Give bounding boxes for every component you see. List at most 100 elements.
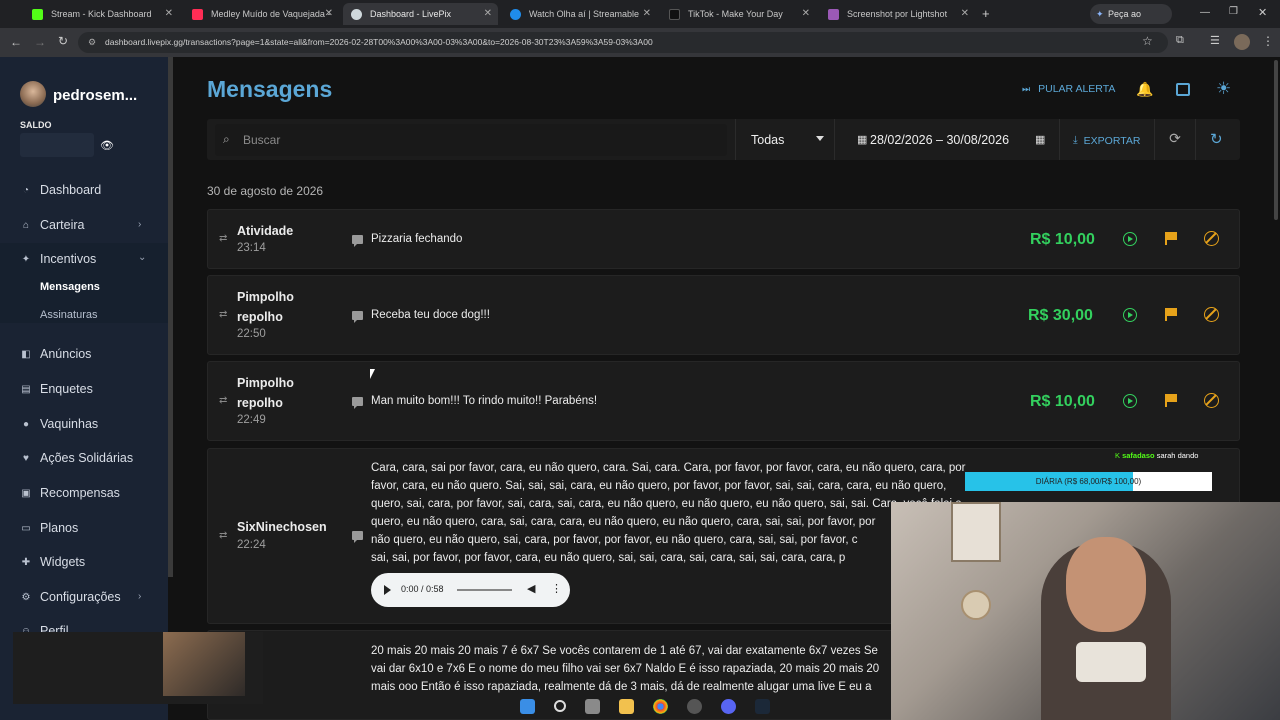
amount: R$ 10,00 bbox=[1030, 393, 1095, 410]
sidebar-item-enquetes[interactable]: ▤ Enquetes bbox=[20, 382, 93, 396]
browser-toolbar: ← → ↻ ⚙ dashboard.livepix.gg/transaction… bbox=[0, 28, 1280, 57]
steam-icon[interactable] bbox=[755, 698, 771, 714]
tab-kick[interactable]: Stream - Kick Dashboard ✕ bbox=[24, 3, 179, 25]
audio-progress[interactable] bbox=[457, 589, 512, 591]
layout-icon[interactable] bbox=[1176, 83, 1190, 96]
close-icon[interactable]: ✕ bbox=[325, 8, 333, 19]
profile-avatar[interactable] bbox=[1234, 34, 1250, 50]
browser-menu-icon[interactable]: ⋮ bbox=[1262, 34, 1274, 48]
close-window-button[interactable]: ✕ bbox=[1258, 6, 1267, 19]
sparkle-icon: ✦ bbox=[21, 253, 31, 265]
message-line: quero, eu não quero, cara, sai, cara, ca… bbox=[371, 516, 876, 528]
message-line: quero, sai, cara, por favor, sai, cara, … bbox=[371, 498, 962, 510]
sidebar: pedrosem... SALDO 👁 ◔ Dashboard ⌂ Carteira… bbox=[0, 57, 173, 720]
back-icon[interactable]: ← bbox=[10, 35, 22, 49]
bell-icon[interactable]: 🔔 bbox=[1136, 81, 1153, 98]
swap-icon: ⇄ bbox=[219, 233, 228, 244]
close-icon[interactable]: ✕ bbox=[484, 8, 492, 19]
sidebar-item-recompensas[interactable]: ▣ Recompensas bbox=[20, 486, 120, 500]
file-explorer-icon[interactable] bbox=[618, 698, 634, 714]
date-header: 30 de agosto de 2026 bbox=[207, 184, 324, 198]
reading-list-icon[interactable]: ☰ bbox=[1210, 34, 1220, 47]
forward-icon[interactable]: → bbox=[34, 35, 46, 49]
extensions-icon[interactable]: ⧉ bbox=[1176, 34, 1184, 47]
volume-icon[interactable]: ◀ bbox=[527, 582, 535, 595]
state-select[interactable]: Todas bbox=[735, 119, 835, 160]
address-bar[interactable]: ⚙ dashboard.livepix.gg/transactions?page… bbox=[78, 32, 1168, 53]
minimize-button[interactable]: — bbox=[1200, 7, 1210, 18]
block-icon[interactable] bbox=[1204, 307, 1219, 322]
reload-icon[interactable]: ↻ bbox=[58, 34, 68, 48]
sidebar-item-vaquinhas[interactable]: ● Vaquinhas bbox=[20, 417, 98, 431]
obs-icon[interactable] bbox=[687, 698, 703, 714]
sidebar-item-incentivos[interactable]: ✦ Incentivos bbox=[20, 252, 96, 266]
sidebar-item-label: Incentivos bbox=[40, 252, 97, 266]
sidebar-item-widgets[interactable]: ✚ Widgets bbox=[20, 555, 85, 569]
flag-icon[interactable] bbox=[1165, 394, 1177, 407]
task-view-icon[interactable] bbox=[584, 698, 600, 714]
close-icon[interactable]: ✕ bbox=[961, 8, 969, 19]
tab-youtube[interactable]: Medley Muído de Vaquejada - ✕ bbox=[184, 3, 339, 25]
date-range-value: 28/02/2026 – 30/08/2026 bbox=[870, 133, 1010, 147]
new-tab-button[interactable]: + bbox=[982, 6, 990, 21]
state-select-value: Todas bbox=[751, 133, 785, 147]
skip-alert-label: PULAR ALERTA bbox=[1038, 83, 1116, 95]
eye-icon[interactable]: 👁 bbox=[100, 139, 114, 152]
play-icon[interactable] bbox=[1123, 394, 1137, 408]
page-scrollbar[interactable] bbox=[1274, 60, 1278, 220]
message-text: Receba teu doce dog!!! bbox=[371, 309, 490, 321]
tab-title: Medley Muído de Vaquejada - bbox=[211, 9, 331, 19]
flag-icon[interactable] bbox=[1165, 308, 1177, 321]
date-range-picker[interactable]: ▦ 28/02/2026 – 30/08/2026 ▦ bbox=[845, 119, 1060, 160]
sidebar-item-planos[interactable]: ▭ Planos bbox=[20, 521, 78, 535]
skip-alert-button[interactable]: ⏭ PULAR ALERTA bbox=[1022, 83, 1115, 95]
sun-icon[interactable]: ☀ bbox=[1216, 79, 1231, 99]
message-text: Man muito bom!!! To rindo muito!! Parabé… bbox=[371, 395, 598, 407]
chat-user: safadaso bbox=[1122, 451, 1155, 460]
flag-icon[interactable] bbox=[1165, 232, 1177, 245]
refresh-icon[interactable]: ↻ bbox=[1210, 130, 1223, 148]
sidebar-item-acoes[interactable]: ♥ Ações Solidárias bbox=[20, 451, 133, 465]
close-icon[interactable]: ✕ bbox=[643, 8, 651, 19]
block-icon[interactable] bbox=[1204, 393, 1219, 408]
gemini-button[interactable]: ✦ Peça ao Gemini bbox=[1090, 4, 1172, 39]
restore-button[interactable]: ❐ bbox=[1229, 6, 1238, 17]
tab-streamable[interactable]: Watch Olha aí | Streamable ✕ bbox=[502, 3, 657, 25]
avatar[interactable] bbox=[20, 81, 46, 107]
sidebar-item-label: Configurações bbox=[40, 590, 121, 604]
more-icon[interactable]: ⋮ bbox=[551, 582, 562, 595]
person-face bbox=[1066, 537, 1146, 632]
windows-start-icon[interactable] bbox=[519, 698, 535, 714]
sync-icon[interactable]: ⟳ bbox=[1154, 119, 1196, 160]
export-button[interactable]: ⤓ EXPORTAR bbox=[1073, 134, 1140, 147]
message-line: vai dar 6x10 e 7x6 E o nome do meu filho… bbox=[371, 663, 880, 675]
tab-livepix[interactable]: Dashboard - LivePix ✕ bbox=[343, 3, 498, 25]
site-info-icon[interactable]: ⚙ bbox=[88, 32, 96, 53]
search-icon: ⌕ bbox=[223, 132, 230, 146]
play-icon[interactable] bbox=[1123, 232, 1137, 246]
search-input[interactable]: ⌕ Buscar bbox=[215, 124, 727, 156]
play-icon[interactable] bbox=[1123, 308, 1137, 322]
discord-icon[interactable] bbox=[721, 698, 737, 714]
search-icon[interactable] bbox=[553, 700, 566, 712]
sidebar-item-dashboard[interactable]: ◔ Dashboard bbox=[20, 183, 101, 197]
sidebar-item-label: Recompensas bbox=[40, 486, 120, 500]
close-icon[interactable]: ✕ bbox=[165, 8, 173, 19]
sidebar-item-carteira[interactable]: ⌂ Carteira bbox=[20, 218, 85, 232]
sidebar-scrollbar[interactable] bbox=[168, 57, 173, 577]
tab-tiktok[interactable]: TikTok - Make Your Day ✕ bbox=[661, 3, 816, 25]
tab-lightshot[interactable]: Screenshot por Lightshot ✕ bbox=[820, 3, 975, 25]
sidebar-item-anuncios[interactable]: ◧ Anúncios bbox=[20, 347, 91, 361]
tab-title: Screenshot por Lightshot bbox=[847, 9, 948, 19]
chrome-icon[interactable] bbox=[653, 698, 669, 714]
block-icon[interactable] bbox=[1204, 231, 1219, 246]
sidebar-subitem-mensagens[interactable]: Mensagens bbox=[40, 281, 100, 293]
close-icon[interactable]: ✕ bbox=[802, 8, 810, 19]
bookmark-star-icon[interactable]: ☆ bbox=[1142, 34, 1153, 48]
sidebar-item-configuracoes[interactable]: ⚙ Configurações bbox=[20, 590, 121, 604]
audio-player[interactable]: 0:00 / 0:58 ◀ ⋮ bbox=[371, 573, 570, 607]
sidebar-subitem-assinaturas[interactable]: Assinaturas bbox=[40, 309, 97, 321]
balance-hidden-value bbox=[20, 133, 94, 157]
play-icon[interactable] bbox=[384, 585, 391, 595]
message-line: 20 mais 20 mais 20 mais 7 é 6x7 Se vocês… bbox=[371, 645, 878, 657]
